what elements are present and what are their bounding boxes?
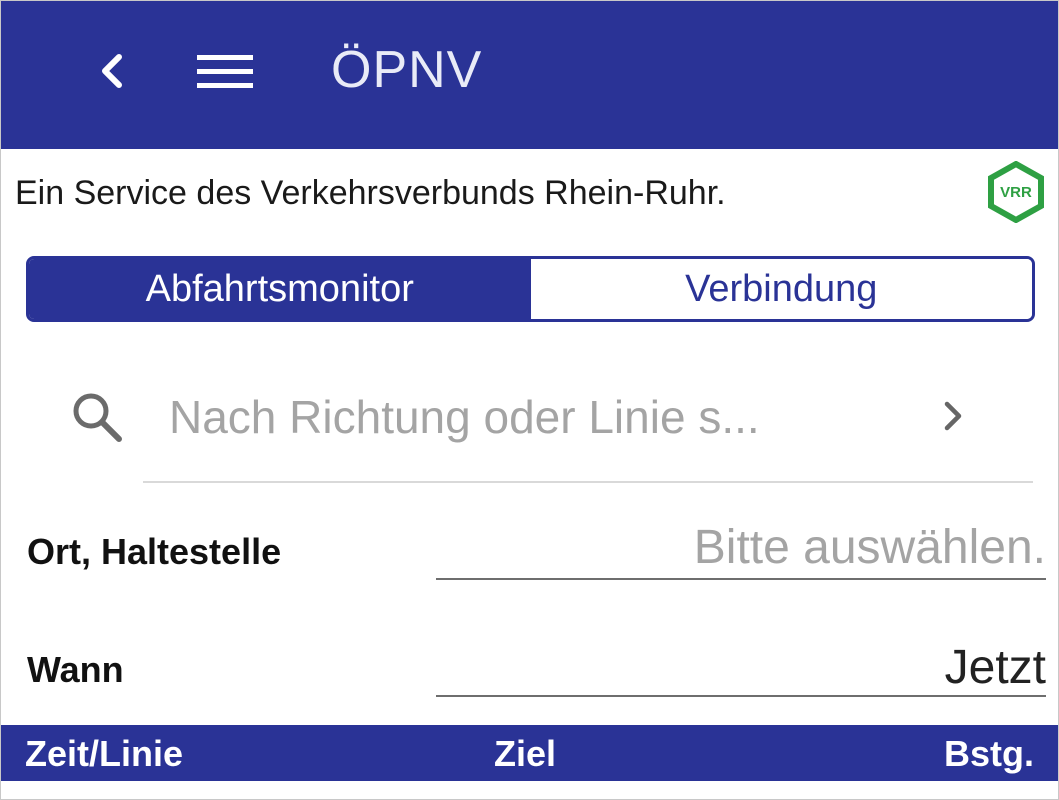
time-field[interactable]: Jetzt xyxy=(436,639,1046,697)
column-header-destination: Ziel xyxy=(494,733,557,774)
time-underline xyxy=(436,695,1046,697)
location-field[interactable]: Bitte auswählen. xyxy=(436,519,1046,577)
chevron-left-icon xyxy=(102,54,122,88)
location-label: Ort, Haltestelle xyxy=(27,531,282,572)
search-placeholder: Nach Richtung oder Linie s... xyxy=(169,391,760,443)
app-title: ÖPNV xyxy=(331,41,483,99)
app-bar: ÖPNV xyxy=(1,1,1058,149)
departures-table-header: Zeit/Linie Ziel Bstg. xyxy=(1,725,1058,781)
search-icon xyxy=(73,393,122,442)
hamburger-menu-icon xyxy=(197,55,253,88)
column-header-time-line: Zeit/Linie xyxy=(25,733,184,774)
search-divider xyxy=(143,481,1033,483)
chevron-right-icon xyxy=(944,401,962,431)
app-screen: ÖPNV Ein Service des Verkehrsverbunds Rh… xyxy=(0,0,1059,800)
menu-button[interactable] xyxy=(189,41,261,101)
tab-verbindung[interactable]: Verbindung xyxy=(530,259,1032,319)
tab-abfahrtsmonitor[interactable]: Abfahrtsmonitor xyxy=(29,259,531,319)
direction-line-search[interactable]: Nach Richtung oder Linie s... xyxy=(61,371,981,461)
mode-switch: Abfahrtsmonitor Verbindung xyxy=(26,256,1035,322)
vrr-logo: VRR xyxy=(988,161,1044,223)
back-button[interactable] xyxy=(81,41,141,101)
location-underline xyxy=(436,578,1046,580)
search-open-button[interactable] xyxy=(933,391,973,441)
service-notice: Ein Service des Verkehrsverbunds Rhein-R… xyxy=(15,174,726,212)
column-header-platform: Bstg. xyxy=(944,733,1034,774)
vrr-logo-text: VRR xyxy=(1000,184,1032,201)
time-label: Wann xyxy=(27,649,124,690)
